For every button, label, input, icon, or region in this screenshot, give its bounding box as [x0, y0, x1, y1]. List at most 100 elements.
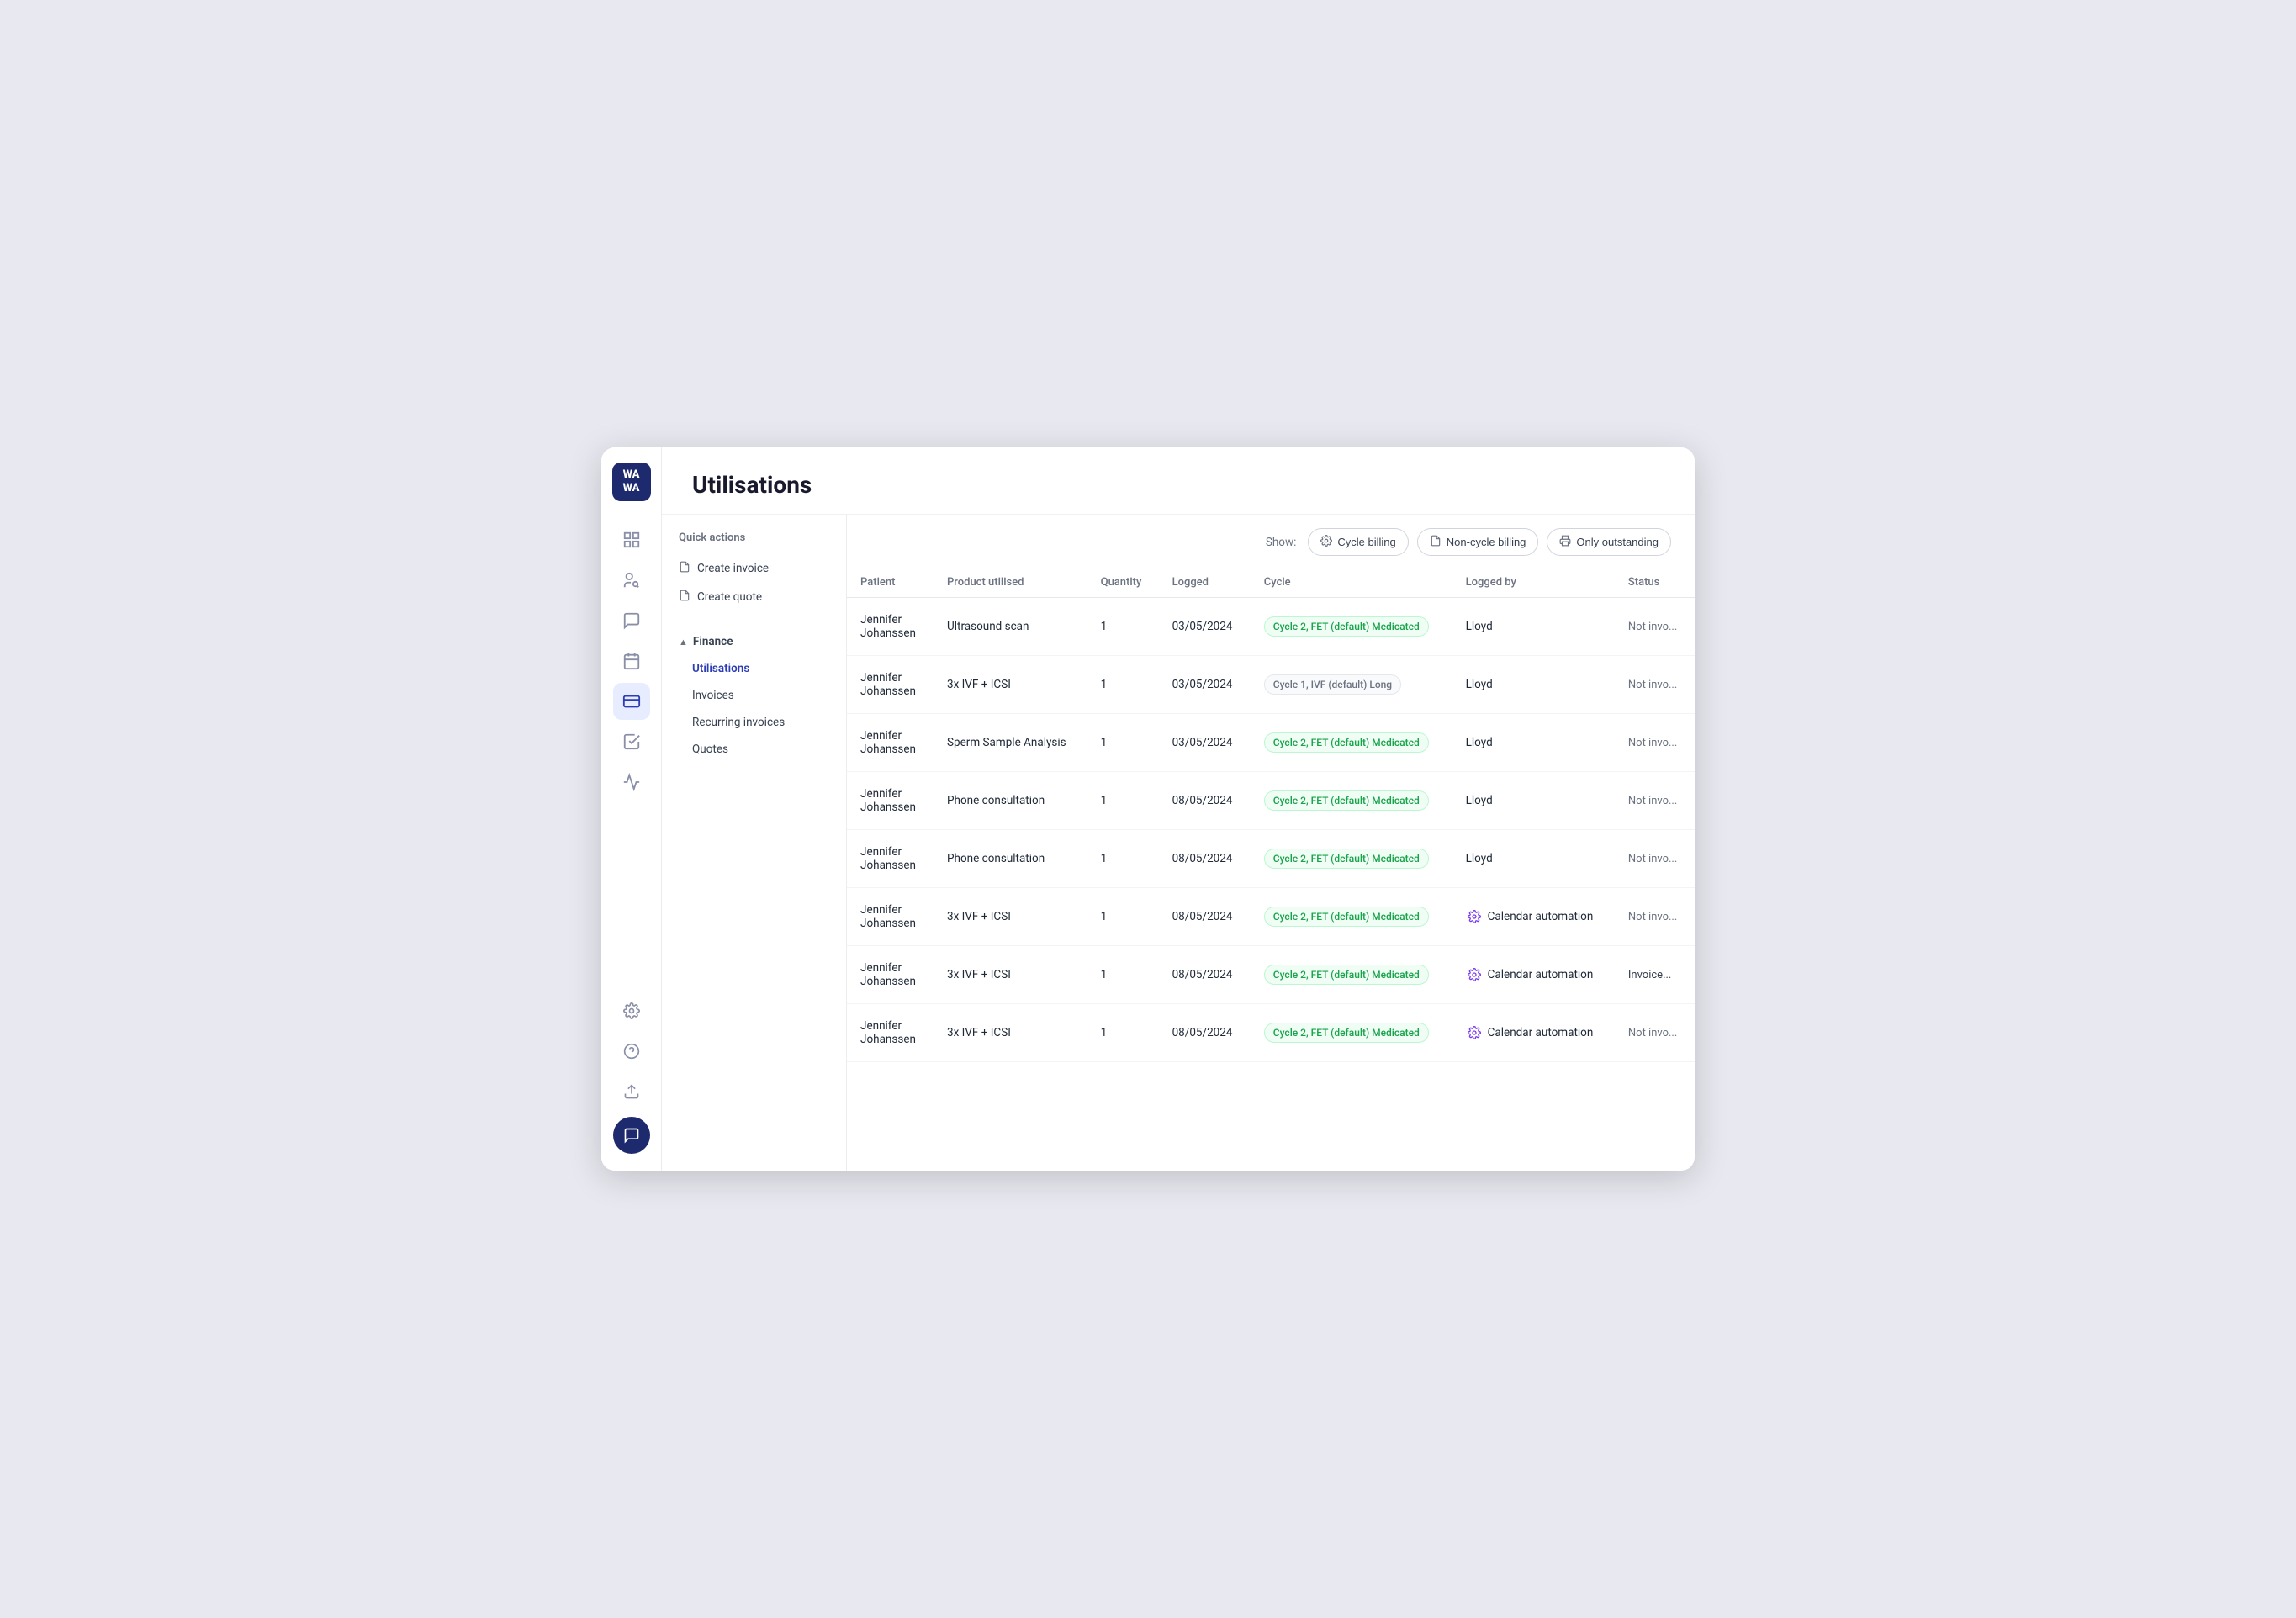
logged-by-name: Calendar automation — [1488, 1026, 1594, 1039]
cell-patient: Jennifer Johanssen — [847, 598, 934, 656]
sidebar-item-users[interactable] — [613, 562, 650, 599]
cell-quantity: 1 — [1087, 598, 1159, 656]
finance-chevron: ▲ — [679, 637, 688, 648]
cell-logged-by: Lloyd — [1452, 714, 1615, 772]
col-logged-by: Logged by — [1452, 568, 1615, 598]
table-header: Patient Product utilised Quantity Logged… — [847, 568, 1695, 598]
cell-cycle: Cycle 2, FET (default) Medicated — [1251, 1004, 1452, 1062]
create-invoice-action[interactable]: Create invoice — [662, 554, 846, 583]
sidebar-item-messages[interactable] — [613, 602, 650, 639]
cell-status: Not invo... — [1615, 714, 1695, 772]
cell-product: Sperm Sample Analysis — [934, 714, 1087, 772]
cell-quantity: 1 — [1087, 830, 1159, 888]
table-toolbar: Show: Cycle billing Non-cycle billing — [847, 515, 1695, 568]
content-area: Quick actions Create invoice Create quot… — [662, 515, 1695, 1171]
logged-by-name: Lloyd — [1466, 620, 1493, 633]
create-invoice-icon — [679, 561, 690, 576]
cell-quantity: 1 — [1087, 946, 1159, 1004]
logged-by-name: Calendar automation — [1488, 968, 1594, 981]
sidebar-item-charts[interactable] — [613, 764, 650, 801]
create-invoice-label: Create invoice — [697, 562, 769, 575]
nav-recurring-invoices[interactable]: Recurring invoices — [662, 709, 846, 736]
finance-section: ▲ Finance Utilisations Invoices Recurrin… — [662, 628, 846, 763]
chat-button[interactable] — [613, 1117, 650, 1154]
table-row[interactable]: Jennifer Johanssen3x IVF + ICSI103/05/20… — [847, 656, 1695, 714]
nav-invoices[interactable]: Invoices — [662, 682, 846, 709]
cycle-billing-label: Cycle billing — [1337, 536, 1395, 548]
export-icon[interactable] — [613, 1073, 650, 1110]
table-row[interactable]: Jennifer JohanssenPhone consultation108/… — [847, 772, 1695, 830]
cell-cycle: Cycle 2, FET (default) Medicated — [1251, 772, 1452, 830]
table-row[interactable]: Jennifer Johanssen3x IVF + ICSI108/05/20… — [847, 1004, 1695, 1062]
col-status: Status — [1615, 568, 1695, 598]
cell-logged-by: Lloyd — [1452, 772, 1615, 830]
non-cycle-billing-filter[interactable]: Non-cycle billing — [1417, 528, 1539, 556]
col-patient: Patient — [847, 568, 934, 598]
col-product: Product utilised — [934, 568, 1087, 598]
cycle-billing-icon — [1320, 535, 1332, 549]
logged-by-name: Lloyd — [1466, 794, 1493, 807]
cell-patient: Jennifer Johanssen — [847, 714, 934, 772]
page-header: Utilisations — [662, 447, 1695, 515]
table-row[interactable]: Jennifer Johanssen3x IVF + ICSI108/05/20… — [847, 946, 1695, 1004]
table-row[interactable]: Jennifer JohanssenSperm Sample Analysis1… — [847, 714, 1695, 772]
quick-actions-label: Quick actions — [662, 531, 846, 554]
cell-logged-by: Lloyd — [1452, 830, 1615, 888]
cell-cycle: Cycle 1, IVF (default) Long — [1251, 656, 1452, 714]
nav-utilisations[interactable]: Utilisations — [662, 655, 846, 682]
nav-quotes[interactable]: Quotes — [662, 736, 846, 763]
cell-patient: Jennifer Johanssen — [847, 830, 934, 888]
logged-by-name: Lloyd — [1466, 678, 1493, 691]
cell-product: Ultrasound scan — [934, 598, 1087, 656]
cell-logged: 03/05/2024 — [1159, 656, 1251, 714]
table-row[interactable]: Jennifer JohanssenUltrasound scan103/05/… — [847, 598, 1695, 656]
cell-cycle: Cycle 2, FET (default) Medicated — [1251, 714, 1452, 772]
only-outstanding-label: Only outstanding — [1576, 536, 1659, 548]
cell-product: 3x IVF + ICSI — [934, 888, 1087, 946]
cell-status: Not invo... — [1615, 1004, 1695, 1062]
cell-status: Invoice... — [1615, 946, 1695, 1004]
cell-cycle: Cycle 2, FET (default) Medicated — [1251, 888, 1452, 946]
help-icon[interactable] — [613, 1033, 650, 1070]
utilisation-table: Patient Product utilised Quantity Logged… — [847, 568, 1695, 1062]
cell-cycle: Cycle 2, FET (default) Medicated — [1251, 946, 1452, 1004]
sidebar-item-calendar[interactable] — [613, 642, 650, 679]
cell-status: Not invo... — [1615, 772, 1695, 830]
table-row[interactable]: Jennifer Johanssen3x IVF + ICSI108/05/20… — [847, 888, 1695, 946]
create-quote-label: Create quote — [697, 590, 762, 604]
app-window: WAWA — [601, 447, 1695, 1171]
calendar-automation-icon — [1466, 966, 1483, 983]
non-cycle-billing-icon — [1430, 535, 1442, 549]
cell-logged: 08/05/2024 — [1159, 772, 1251, 830]
logged-by-name: Lloyd — [1466, 852, 1493, 865]
table-body: Jennifer JohanssenUltrasound scan103/05/… — [847, 598, 1695, 1062]
sidebar-item-finance[interactable] — [613, 683, 650, 720]
cycle-badge: Cycle 2, FET (default) Medicated — [1264, 849, 1429, 869]
cycle-badge: Cycle 2, FET (default) Medicated — [1264, 732, 1429, 753]
table-row[interactable]: Jennifer JohanssenPhone consultation108/… — [847, 830, 1695, 888]
cycle-billing-filter[interactable]: Cycle billing — [1308, 528, 1408, 556]
calendar-automation-icon — [1466, 1024, 1483, 1041]
settings-icon[interactable] — [613, 992, 650, 1029]
cycle-badge: Cycle 2, FET (default) Medicated — [1264, 790, 1429, 811]
create-quote-action[interactable]: Create quote — [662, 583, 846, 611]
table-panel: Show: Cycle billing Non-cycle billing — [847, 515, 1695, 1171]
page-title: Utilisations — [692, 471, 1664, 499]
cycle-badge: Cycle 2, FET (default) Medicated — [1264, 907, 1429, 927]
cell-logged: 08/05/2024 — [1159, 946, 1251, 1004]
cell-quantity: 1 — [1087, 888, 1159, 946]
cell-product: Phone consultation — [934, 830, 1087, 888]
main-content: Utilisations Quick actions Create invoic… — [662, 447, 1695, 1171]
app-logo: WAWA — [612, 463, 651, 501]
sidebar-item-dashboard[interactable] — [613, 521, 650, 558]
cell-patient: Jennifer Johanssen — [847, 1004, 934, 1062]
logged-by-name: Calendar automation — [1488, 910, 1594, 923]
cell-patient: Jennifer Johanssen — [847, 772, 934, 830]
cycle-badge: Cycle 2, FET (default) Medicated — [1264, 965, 1429, 985]
cell-logged: 08/05/2024 — [1159, 830, 1251, 888]
only-outstanding-filter[interactable]: Only outstanding — [1547, 528, 1671, 556]
sidebar-item-tasks[interactable] — [613, 723, 650, 760]
show-label: Show: — [1266, 536, 1297, 549]
cell-patient: Jennifer Johanssen — [847, 946, 934, 1004]
finance-header[interactable]: ▲ Finance — [662, 628, 846, 655]
